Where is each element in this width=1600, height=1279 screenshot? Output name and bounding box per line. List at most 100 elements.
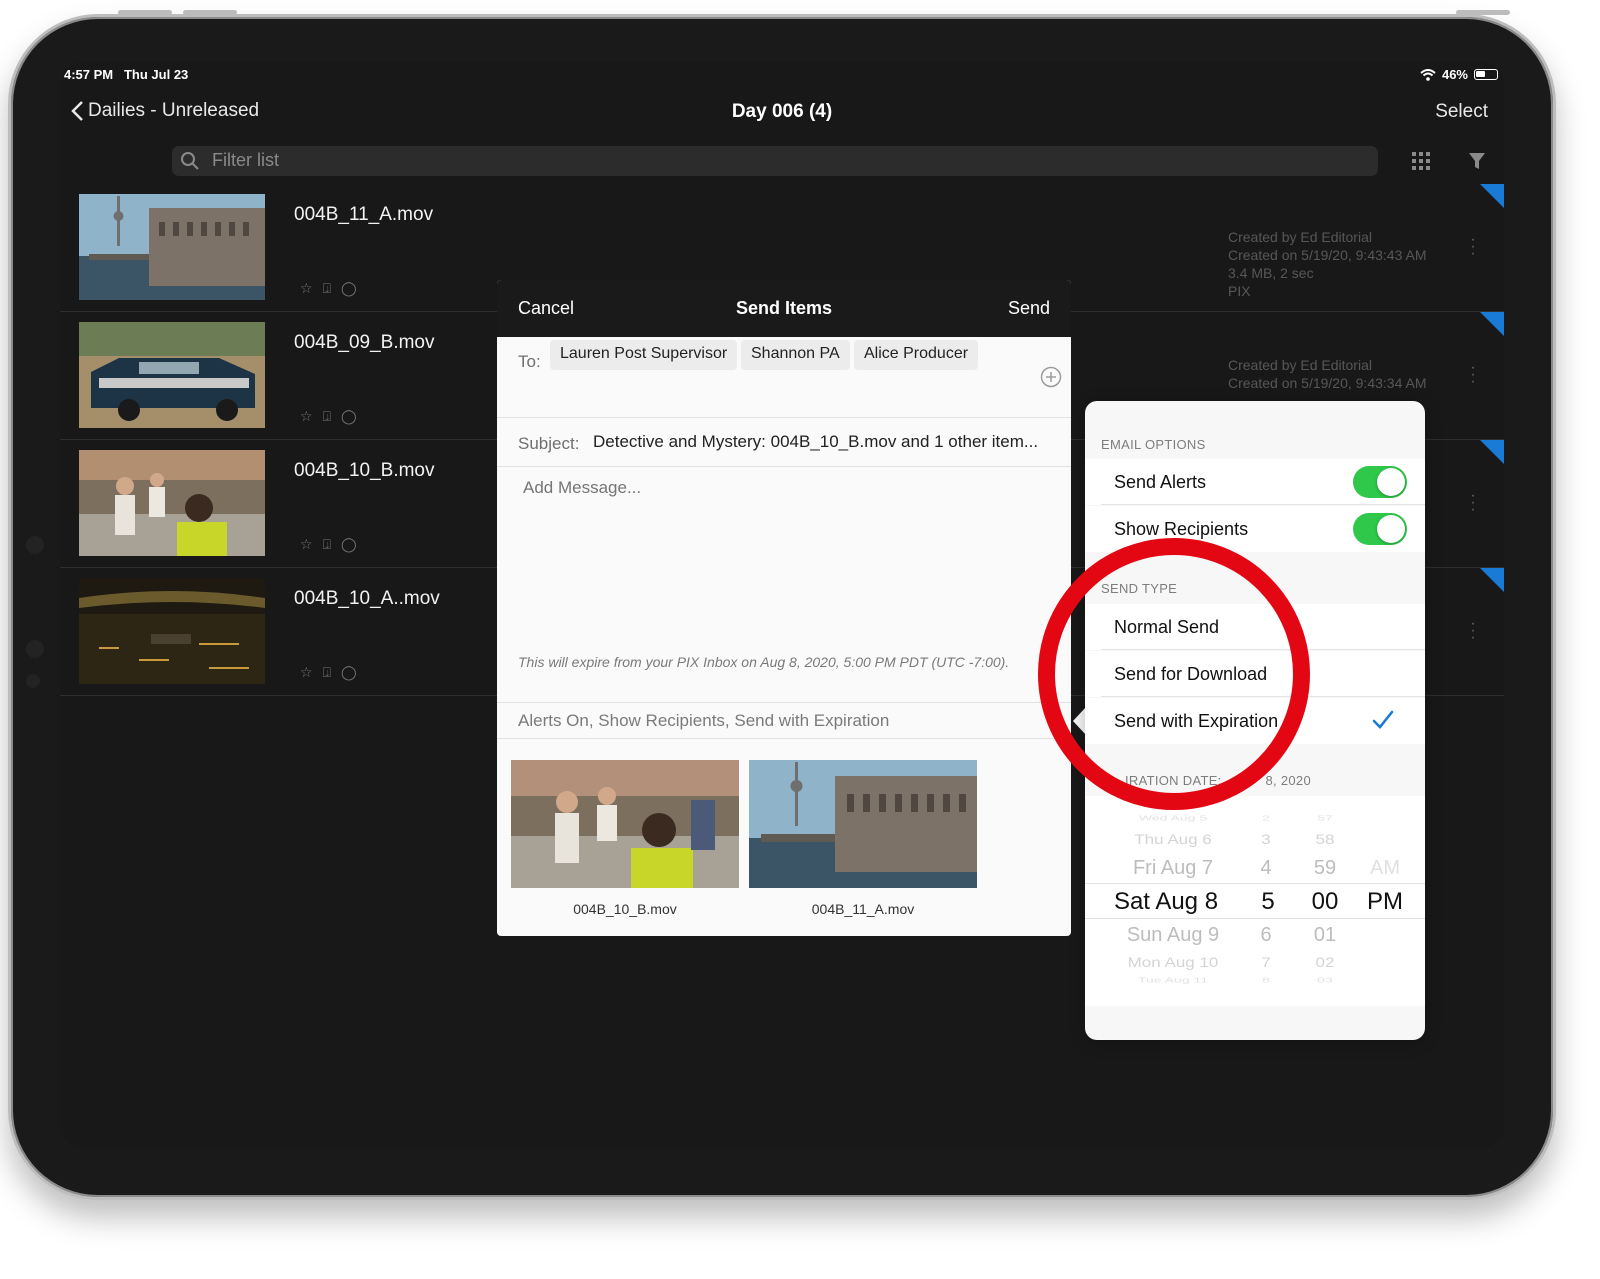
more-options-icon[interactable]: · · · xyxy=(1470,616,1476,646)
picker-day[interactable]: Fri Aug 7 xyxy=(1113,857,1233,880)
star-icon[interactable]: ☆ xyxy=(300,408,313,425)
picker-minute[interactable]: 02 xyxy=(1305,955,1345,971)
send-type-download[interactable]: Send for Download xyxy=(1085,651,1425,697)
download-icon[interactable]: ⍗ xyxy=(323,536,331,553)
more-options-icon[interactable]: · · · xyxy=(1470,488,1476,518)
picker-minute[interactable]: 03 xyxy=(1305,976,1345,985)
picker-day[interactable]: Tue Aug 11 xyxy=(1113,976,1233,985)
clip-actions: ☆ ⍗ ◯ xyxy=(300,280,357,297)
send-alerts-toggle[interactable] xyxy=(1353,466,1407,498)
section-header: IRATION DATE: 8, 2020 xyxy=(1101,773,1311,788)
picker-ampm[interactable]: AM xyxy=(1365,857,1405,880)
send-options-popover: EMAIL OPTIONS Send Alerts Show Recipient… xyxy=(1085,401,1425,1040)
expiration-header-visible: IRATION DATE: xyxy=(1125,773,1222,788)
picker-hour[interactable]: 6 xyxy=(1251,924,1281,947)
clip-name: 004B_10_B.mov xyxy=(294,460,435,481)
picker-hour[interactable]: 3 xyxy=(1251,832,1281,848)
comment-icon[interactable]: ◯ xyxy=(341,408,357,425)
picker-ampm-selected[interactable]: PM xyxy=(1365,888,1405,916)
date: Thu Jul 23 xyxy=(123,67,189,82)
attachment-name: 004B_10_B.mov xyxy=(573,901,677,917)
meta-line: Created on 5/19/20, 9:43:34 AM xyxy=(1228,375,1427,391)
show-recipients-row: Show Recipients xyxy=(1085,506,1425,552)
picker-hour[interactable]: 4 xyxy=(1251,857,1281,880)
star-icon[interactable]: ☆ xyxy=(300,280,313,297)
picker-hour[interactable]: 8 xyxy=(1251,976,1281,985)
picker-hour[interactable]: 7 xyxy=(1251,955,1281,971)
camera-icon xyxy=(26,536,44,554)
recipient-chip[interactable]: Alice Producer xyxy=(854,340,979,370)
new-flag-icon xyxy=(1480,568,1504,592)
clip-name: 004B_10_A..mov xyxy=(294,588,440,609)
volume-button xyxy=(118,10,172,15)
new-flag-icon xyxy=(1480,184,1504,208)
section-header: EMAIL OPTIONS xyxy=(1101,437,1206,452)
clock: 4:57 PM xyxy=(64,67,114,82)
picker-day-selected[interactable]: Sat Aug 8 xyxy=(1105,888,1227,916)
grid-view-icon[interactable] xyxy=(1412,152,1430,170)
search-icon xyxy=(181,152,199,170)
picker-day[interactable]: Mon Aug 10 xyxy=(1113,955,1233,971)
meta-line: PIX xyxy=(1228,283,1251,299)
recipient-chip[interactable]: Shannon PA xyxy=(741,340,850,370)
comment-icon[interactable]: ◯ xyxy=(341,280,357,297)
picker-day[interactable]: Sun Aug 9 xyxy=(1113,924,1233,947)
divider xyxy=(497,702,1071,703)
clip-actions: ☆ ⍗ ◯ xyxy=(300,408,357,425)
meta-line: Created on 5/19/20, 9:43:43 AM xyxy=(1228,247,1427,263)
clip-metadata: Created by Ed Editorial Created on 5/19/… xyxy=(1228,356,1426,392)
toggle-knob xyxy=(1377,515,1405,543)
picker-day[interactable]: Wed Aug 5 xyxy=(1113,814,1233,823)
download-icon[interactable]: ⍗ xyxy=(323,664,331,681)
recipient-chip[interactable]: Lauren Post Supervisor xyxy=(550,340,738,370)
expiration-date-picker[interactable]: Wed Aug 5 Thu Aug 6 Fri Aug 7 Sat Aug 8 … xyxy=(1085,796,1425,1006)
new-flag-icon xyxy=(1480,312,1504,336)
checkmark-icon xyxy=(1372,710,1394,729)
star-icon[interactable]: ☆ xyxy=(300,536,313,553)
attachment-thumbnail xyxy=(749,760,977,888)
filter-icon[interactable] xyxy=(1468,152,1486,170)
to-label: To: xyxy=(518,352,541,371)
expiration-note: This will expire from your PIX Inbox on … xyxy=(518,654,1010,670)
download-icon[interactable]: ⍗ xyxy=(323,408,331,425)
send-button[interactable]: Send xyxy=(1008,298,1050,319)
options-summary[interactable]: Alerts On, Show Recipients, Send with Ex… xyxy=(518,711,889,731)
add-recipient-icon[interactable] xyxy=(1040,366,1062,388)
star-icon[interactable]: ☆ xyxy=(300,664,313,681)
new-flag-icon xyxy=(1480,440,1504,464)
show-recipients-toggle[interactable] xyxy=(1353,513,1407,545)
clip-metadata: Created by Ed Editorial Created on 5/19/… xyxy=(1228,228,1426,300)
send-type-normal[interactable]: Normal Send xyxy=(1085,604,1425,650)
clip-thumbnail xyxy=(79,194,265,300)
clip-name: 004B_11_A.mov xyxy=(294,204,434,225)
picker-minute-selected[interactable]: 00 xyxy=(1305,888,1345,916)
picker-minute[interactable]: 57 xyxy=(1305,814,1345,823)
comment-icon[interactable]: ◯ xyxy=(341,536,357,553)
divider xyxy=(497,738,1071,739)
comment-icon[interactable]: ◯ xyxy=(341,664,357,681)
page-title: Day 006 (4) xyxy=(731,101,833,122)
divider xyxy=(497,417,1071,418)
battery-icon xyxy=(1474,69,1498,80)
more-options-icon[interactable]: · · · xyxy=(1470,360,1476,390)
more-options-icon[interactable]: · · · xyxy=(1470,232,1476,262)
subject-field[interactable]: Detective and Mystery: 004B_10_B.mov and… xyxy=(593,432,1038,452)
search-input[interactable]: Filter list xyxy=(172,146,1378,176)
meta-line: Created by Ed Editorial xyxy=(1228,357,1372,373)
show-recipients-label: Show Recipients xyxy=(1114,519,1249,539)
battery-percent: 46% xyxy=(1441,67,1468,82)
divider xyxy=(1101,649,1425,650)
picker-hour-selected[interactable]: 5 xyxy=(1253,888,1283,916)
picker-minute[interactable]: 58 xyxy=(1305,832,1345,848)
picker-day[interactable]: Thu Aug 6 xyxy=(1113,832,1233,848)
download-icon[interactable]: ⍗ xyxy=(323,280,331,297)
divider xyxy=(497,466,1071,467)
picker-minute[interactable]: 59 xyxy=(1305,857,1345,880)
select-button[interactable]: Select xyxy=(1435,101,1488,123)
send-type-expiration[interactable]: Send with Expiration xyxy=(1085,698,1425,744)
picker-minute[interactable]: 01 xyxy=(1305,924,1345,947)
wifi-icon xyxy=(1420,68,1436,81)
search-placeholder: Filter list xyxy=(212,150,279,170)
message-input[interactable] xyxy=(523,478,1043,638)
picker-hour[interactable]: 2 xyxy=(1251,814,1281,823)
